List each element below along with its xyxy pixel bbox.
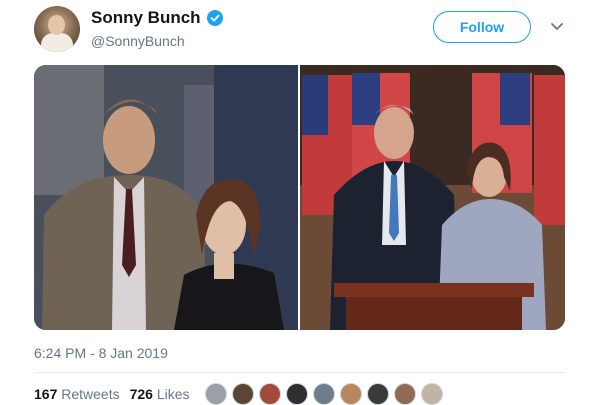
chevron-down-icon[interactable] — [550, 22, 564, 32]
liker-avatar[interactable] — [394, 383, 416, 405]
avatar-body — [41, 33, 73, 52]
stats-divider — [34, 372, 565, 373]
user-handle[interactable]: @SonnyBunch — [91, 33, 185, 49]
tweet-media[interactable] — [34, 65, 565, 330]
media-photo-left — [34, 65, 298, 330]
liker-avatar[interactable] — [259, 383, 281, 405]
avatar-face — [48, 15, 65, 35]
media-photo-right — [300, 65, 565, 330]
verified-badge-icon — [206, 10, 223, 26]
follow-button[interactable]: Follow — [433, 11, 531, 43]
likers-avatars — [205, 383, 443, 405]
liker-avatar[interactable] — [286, 383, 308, 405]
display-name[interactable]: Sonny Bunch — [91, 8, 201, 28]
liker-avatar[interactable] — [421, 383, 443, 405]
media-divider — [298, 65, 300, 330]
liker-avatar[interactable] — [313, 383, 335, 405]
liker-avatar[interactable] — [367, 383, 389, 405]
liker-avatar[interactable] — [340, 383, 362, 405]
avatar[interactable] — [34, 6, 80, 52]
user-name-row: Sonny Bunch — [91, 8, 223, 28]
liker-avatar[interactable] — [205, 383, 227, 405]
tweet-timestamp[interactable]: 6:24 PM - 8 Jan 2019 — [34, 345, 168, 361]
liker-avatar[interactable] — [232, 383, 254, 405]
